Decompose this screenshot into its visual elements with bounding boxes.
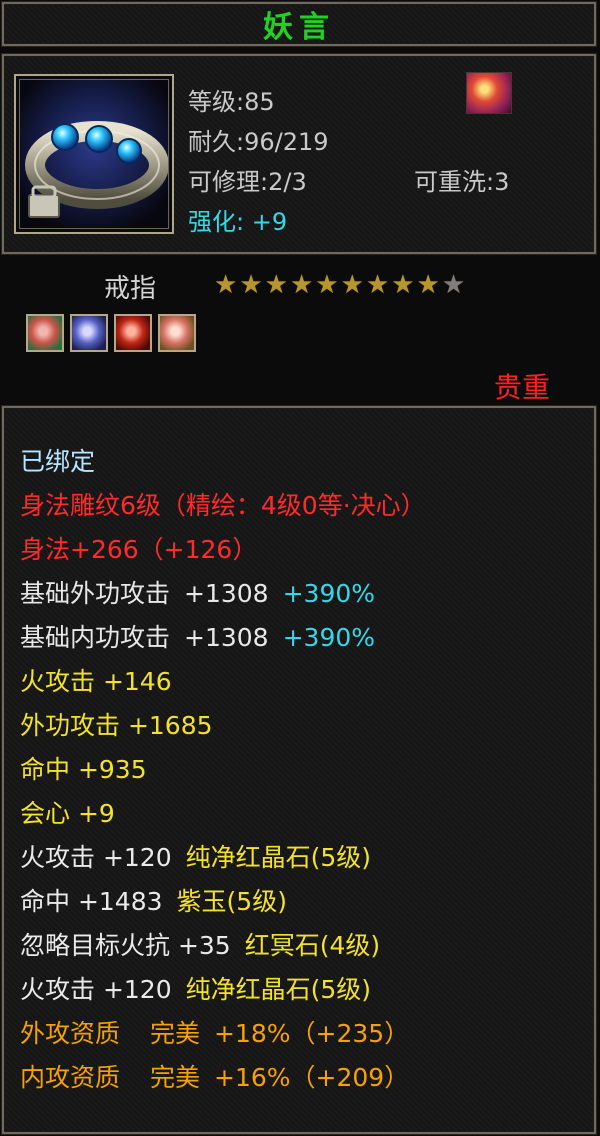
repairable-text: 可修理:2/3 (188, 168, 307, 196)
qual-grade: 完美 (150, 1019, 201, 1048)
fire-attack-line: 火攻击 +146 (20, 667, 172, 696)
gem-name: 红冥石(4级) (244, 931, 381, 960)
base-int-attack-line: 基础内功攻击 +1308 +390% (20, 618, 375, 654)
star-filled-icon: ★ (365, 270, 390, 300)
gem-line-2: 命中 +1483 紫玉(5级) (20, 882, 287, 918)
gem-line-4: 火攻击 +120 纯净红晶石(5级) (20, 970, 371, 1006)
star-filled-icon: ★ (289, 270, 314, 300)
quality-label: 贵重 (494, 371, 551, 404)
attr-value: +1308 (184, 623, 269, 652)
attr-percent: +390% (282, 579, 376, 608)
gem-line-1: 火攻击 +120 纯净红晶石(5级) (20, 838, 371, 874)
gem-stat: 火攻击 +120 (20, 843, 172, 872)
item-info-panel: 等级:85 耐久:96/219 可修理:2/3 可重洗:3 强化: +9 (2, 54, 596, 254)
agility-line: 身法+266（+126） (20, 535, 258, 564)
title-bar: 妖言 (2, 2, 596, 46)
carving-line: 身法雕纹6级（精绘：4级0等·决心） (20, 491, 426, 520)
star-filled-icon: ★ (391, 270, 415, 300)
item-type: 戒指 (104, 274, 157, 304)
qual-label: 外攻资质 (20, 1019, 121, 1048)
star-filled-icon: ★ (416, 270, 440, 300)
enhance-value: +9 (251, 208, 288, 236)
lock-icon (28, 194, 60, 218)
qual-label: 内攻资质 (20, 1063, 121, 1092)
socket-gems (26, 314, 196, 352)
level-text: 等级:85 (188, 88, 275, 116)
gem-name: 纯净红晶石(5级) (185, 843, 372, 872)
star-filled-icon: ★ (214, 270, 238, 300)
qual-value: +16%（+209） (214, 1063, 410, 1092)
gem-line-3: 忽略目标火抗 +35 红冥石(4级) (20, 926, 380, 962)
star-filled-icon: ★ (239, 270, 263, 300)
item-icon-frame[interactable] (14, 74, 174, 234)
qual-grade: 完美 (150, 1063, 201, 1092)
fire-skill-icon[interactable] (466, 72, 512, 114)
attr-label: 基础内功攻击 (20, 623, 171, 652)
crit-line: 会心 +9 (20, 799, 115, 828)
red-stone-icon[interactable] (114, 314, 152, 352)
star-filled-icon: ★ (264, 270, 288, 300)
bound-status: 已绑定 (20, 447, 96, 476)
star-filled-icon: ★ (340, 270, 364, 300)
enhance-row: 强化: +9 (188, 202, 287, 237)
attributes-panel: 已绑定 身法雕纹6级（精绘：4级0等·决心） 身法+266（+126） 基础外功… (2, 406, 596, 1134)
item-title: 妖言 (263, 10, 335, 45)
enhance-label: 强化: (188, 208, 245, 236)
durability-text: 耐久:96/219 (188, 128, 329, 156)
star-empty-icon: ★ (441, 270, 466, 300)
gem-stat: 火攻击 +120 (20, 975, 172, 1004)
qual-value: +18%（+235） (214, 1019, 410, 1048)
gem-stat: 命中 +1483 (20, 887, 163, 916)
ring-icon (19, 79, 169, 229)
attr-label: 基础外功攻击 (20, 579, 171, 608)
red-gem-icon[interactable] (158, 314, 196, 352)
attr-percent: +390% (282, 623, 376, 652)
gem-name: 纯净红晶石(5级) (185, 975, 372, 1004)
int-qualification-line: 内攻资质 完美 +16%（+209） (20, 1058, 409, 1094)
base-ext-attack-line: 基础外功攻击 +1308 +390% (20, 574, 375, 610)
purple-gem-icon[interactable] (70, 314, 108, 352)
hit-line: 命中 +935 (20, 755, 147, 784)
gem-stat: 忽略目标火抗 +35 (20, 931, 231, 960)
ext-attack-line: 外功攻击 +1685 (20, 711, 213, 740)
star-rating: ★ ★ ★ ★ ★ ★ ★ ★ ★ ★ (214, 272, 465, 298)
gem-name: 紫玉(5级) (176, 887, 287, 916)
rewash-text: 可重洗:3 (414, 168, 510, 196)
red-gem-icon[interactable] (26, 314, 64, 352)
ext-qualification-line: 外攻资质 完美 +18%（+235） (20, 1014, 409, 1050)
star-filled-icon: ★ (315, 270, 339, 300)
attr-value: +1308 (184, 579, 269, 608)
